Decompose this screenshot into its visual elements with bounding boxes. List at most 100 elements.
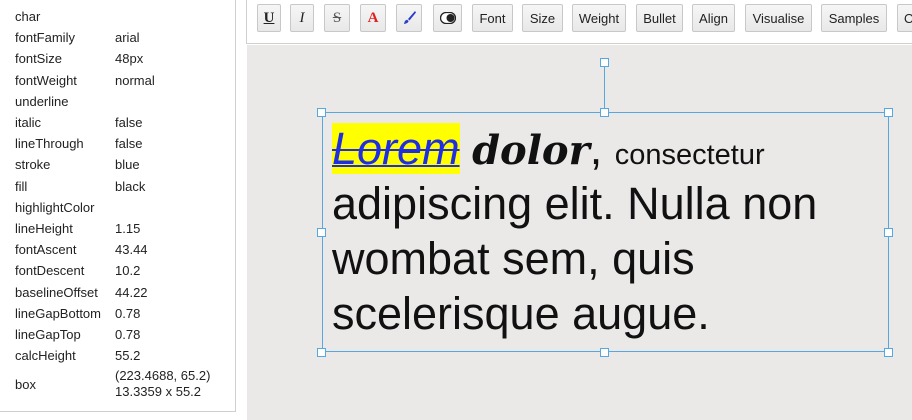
prop-value: 48px	[115, 51, 144, 67]
prop-row-box: box (223.4688, 65.2) 13.3359 x 55.2	[15, 366, 235, 402]
prop-key: lineThrough	[15, 136, 84, 152]
prop-value: 1.15	[115, 220, 141, 236]
text-line-3[interactable]: wombat sem, quis	[332, 231, 892, 286]
prop-row-fontdescent: fontDescent 10.2	[15, 260, 235, 281]
prop-value: (223.4688, 65.2) 13.3359 x 55.2	[115, 368, 210, 400]
prop-value: 10.2	[115, 263, 141, 279]
font-button-label: Font	[479, 10, 506, 26]
word-consectetur[interactable]: consectetur	[615, 139, 765, 171]
align-button-label: Align	[699, 10, 728, 26]
prop-row-linegaptop: lineGapTop 0.78	[15, 324, 235, 345]
prop-row-fontsize: fontSize 48px	[15, 48, 235, 69]
prop-key: fill	[15, 178, 28, 194]
prop-row-stroke: stroke blue	[15, 154, 235, 175]
prop-value: 55.2	[115, 348, 141, 364]
size-button[interactable]: Size	[522, 4, 563, 32]
prop-row-fontweight: fontWeight normal	[15, 70, 235, 91]
prop-value: false	[115, 136, 143, 152]
prop-value: 0.78	[115, 305, 141, 321]
prop-key: fontFamily	[15, 30, 75, 46]
prop-row-fontascent: fontAscent 43.44	[15, 239, 235, 260]
resize-handle-left[interactable]	[317, 228, 326, 237]
weight-button-label: Weight	[578, 10, 620, 26]
italic-button-label: I	[299, 9, 305, 26]
weight-button[interactable]: Weight	[572, 4, 626, 32]
prop-value: normal	[115, 72, 155, 88]
prop-value-line2: 13.3359 x 55.2	[115, 384, 202, 400]
prop-key: fontAscent	[15, 242, 77, 258]
resize-handle-top-left[interactable]	[317, 108, 326, 117]
prop-value: black	[115, 178, 146, 194]
prop-row-linegapbottom: lineGapBottom 0.78	[15, 303, 235, 324]
prop-key: highlightColor	[15, 199, 95, 215]
visualise-button-label: Visualise	[752, 10, 805, 26]
underline-button[interactable]: U	[257, 4, 281, 32]
prop-key: fontSize	[15, 51, 62, 67]
paintbrush-icon	[404, 11, 416, 24]
word-dolor[interactable]: dolor	[472, 127, 590, 174]
prop-key: baselineOffset	[15, 284, 98, 300]
resize-handle-top[interactable]	[600, 108, 609, 117]
prop-row-lineheight: lineHeight 1.15	[15, 218, 235, 239]
prop-key: underline	[15, 93, 69, 109]
prop-value: 0.78	[115, 326, 141, 342]
prop-row-underline: underline	[15, 91, 235, 112]
prop-key: calcHeight	[15, 348, 76, 364]
text-line-4[interactable]: scelerisque augue.	[332, 286, 892, 341]
rich-text-content[interactable]: Lorem dolor, consectetur adipiscing elit…	[332, 121, 892, 341]
prop-row-calcheight: calcHeight 55.2	[15, 345, 235, 366]
prop-key: char	[15, 9, 41, 25]
word-lorem[interactable]: Lorem	[332, 123, 460, 174]
prop-value: blue	[115, 157, 140, 173]
word-comma: ,	[589, 123, 603, 174]
overflow-button[interactable]: O	[897, 4, 912, 32]
prop-row-fontfamily: fontFamily arial	[15, 27, 235, 48]
rotation-handle[interactable]	[600, 58, 609, 67]
resize-handle-bottom[interactable]	[600, 348, 609, 357]
italic-button[interactable]: I	[290, 4, 314, 32]
text-color-button[interactable]: A	[360, 4, 386, 32]
prop-row-linethrough: lineThrough false	[15, 133, 235, 154]
prop-key: stroke	[15, 157, 51, 173]
prop-value: false	[115, 115, 143, 131]
highlight-toggle-button[interactable]	[433, 4, 462, 32]
underline-button-label: U	[263, 9, 275, 26]
toggle-icon	[439, 12, 456, 24]
toolbar: U I S A Font Size Weight Bullet Align Vi…	[246, 0, 912, 44]
strikethrough-button-label: S	[332, 9, 342, 26]
bullet-button-label: Bullet	[643, 10, 676, 26]
rotation-connector	[604, 67, 605, 112]
prop-key: lineHeight	[15, 220, 73, 236]
prop-value-line1: (223.4688, 65.2)	[115, 368, 211, 384]
prop-value: 44.22	[115, 284, 148, 300]
resize-handle-bottom-right[interactable]	[884, 348, 893, 357]
prop-key: lineGapTop	[15, 326, 81, 342]
prop-value: 43.44	[115, 242, 148, 258]
visualise-button[interactable]: Visualise	[745, 4, 812, 32]
property-list: char fontFamily arial fontSize 48px fontWe…	[15, 6, 235, 402]
prop-row-fill: fill black	[15, 176, 235, 197]
resize-handle-bottom-left[interactable]	[317, 348, 326, 357]
text-line-1: Lorem dolor, consectetur	[332, 121, 892, 176]
size-button-label: Size	[529, 10, 556, 26]
prop-row-char: char	[15, 6, 235, 27]
overflow-button-label: O	[904, 11, 912, 26]
prop-key: box	[15, 376, 36, 392]
prop-value: arial	[115, 30, 140, 46]
text-line-2[interactable]: adipiscing elit. Nulla non	[332, 176, 892, 231]
property-panel: char fontFamily arial fontSize 48px fontWe…	[0, 0, 236, 412]
samples-button[interactable]: Samples	[821, 4, 887, 32]
resize-handle-top-right[interactable]	[884, 108, 893, 117]
samples-button-label: Samples	[828, 10, 880, 26]
prop-key: lineGapBottom	[15, 305, 101, 321]
brush-button[interactable]	[396, 4, 422, 32]
prop-key: fontWeight	[15, 72, 77, 88]
prop-row-italic: italic false	[15, 112, 235, 133]
strikethrough-button[interactable]: S	[324, 4, 350, 32]
bullet-button[interactable]: Bullet	[636, 4, 683, 32]
prop-key: fontDescent	[15, 263, 85, 279]
prop-row-baselineoffset: baselineOffset 44.22	[15, 281, 235, 302]
text-color-button-label: A	[367, 9, 379, 26]
font-button[interactable]: Font	[472, 4, 513, 32]
align-button[interactable]: Align	[692, 4, 735, 32]
